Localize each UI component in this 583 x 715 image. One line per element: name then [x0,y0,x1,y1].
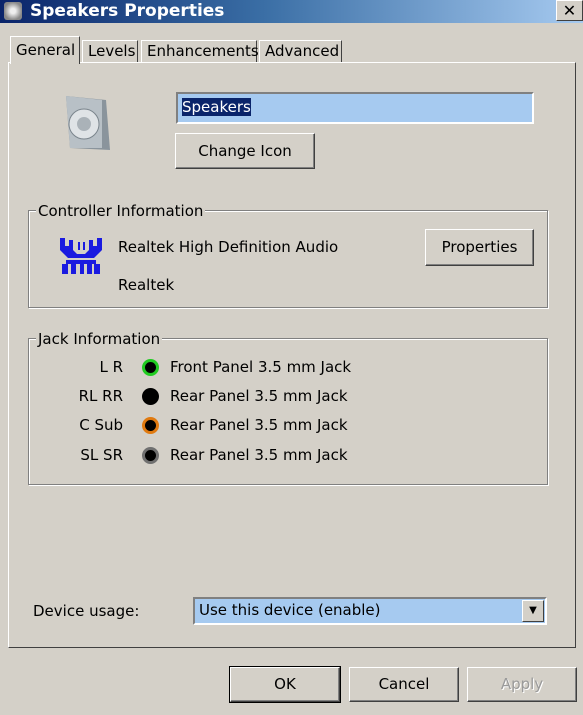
device-usage-value: Use this device (enable) [199,601,381,619]
jack-color-gray-icon [142,447,159,464]
jack-location: Rear Panel 3.5 mm Jack [170,446,348,464]
speaker-app-icon [4,2,22,20]
speaker-icon [62,92,114,154]
ok-button[interactable]: OK [229,666,341,703]
jack-color-black-icon [142,388,159,405]
jack-channels: C Sub [79,416,123,434]
controller-properties-button[interactable]: Properties [425,229,534,266]
window-title: Speakers Properties [30,1,225,21]
close-button[interactable]: ✕ [556,0,583,21]
jack-color-green-icon [142,359,159,376]
device-usage-label: Device usage: [33,602,140,620]
controller-vendor: Realtek [118,276,175,294]
title-bar[interactable]: Speakers Properties [0,0,583,23]
jack-location: Rear Panel 3.5 mm Jack [170,416,348,434]
jack-channels: SL SR [80,446,123,464]
controller-name: Realtek High Definition Audio [118,238,339,256]
realtek-logo-icon [58,236,104,276]
jack-channels: L R [99,358,123,376]
device-usage-select[interactable]: Use this device (enable) ▼ [193,597,547,625]
jack-location: Rear Panel 3.5 mm Jack [170,387,348,405]
chevron-down-icon[interactable]: ▼ [522,600,544,622]
jack-color-orange-icon [142,417,159,434]
controller-information-legend: Controller Information [36,202,206,220]
tab-general[interactable]: General [10,36,80,64]
apply-button[interactable]: Apply [467,667,577,702]
tab-enhancements[interactable]: Enhancements [141,40,259,63]
cancel-button[interactable]: Cancel [349,667,459,702]
device-name-value: Speakers [182,98,251,116]
change-icon-button[interactable]: Change Icon [175,133,315,169]
device-name-input[interactable]: Speakers [176,92,534,124]
tab-advanced[interactable]: Advanced [259,40,342,63]
jack-location: Front Panel 3.5 mm Jack [170,358,352,376]
jack-channels: RL RR [78,387,123,405]
jack-information-legend: Jack Information [36,330,163,348]
tab-levels[interactable]: Levels [82,40,138,63]
